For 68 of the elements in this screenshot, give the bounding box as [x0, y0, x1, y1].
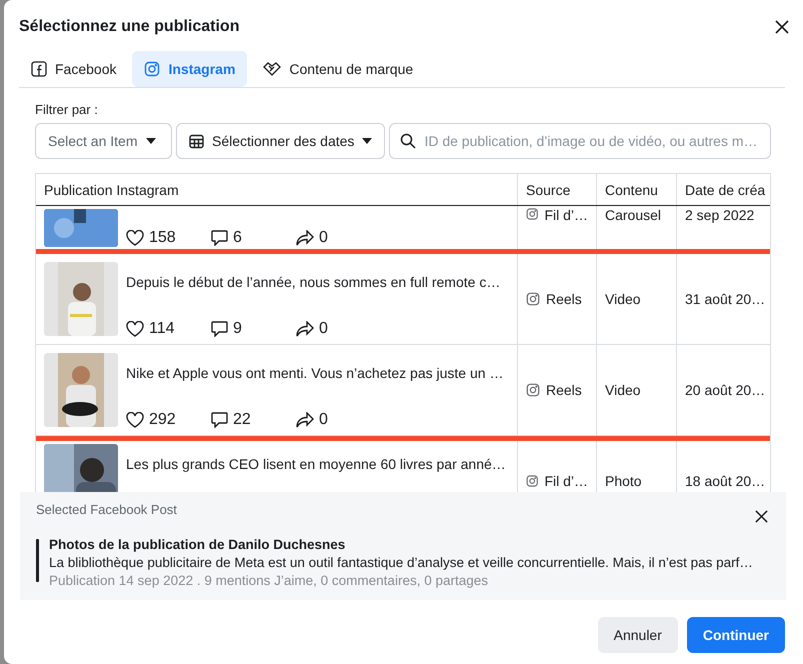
creation-date: 2 sep 2022: [685, 207, 754, 223]
post-meta: Publication 14 sep 2022 . 9 mentions J’aime, 0 commentaires, 0 partages: [49, 573, 489, 588]
comment-icon: [211, 321, 228, 337]
comment-count: 6: [233, 229, 242, 247]
search-icon: [400, 133, 416, 149]
column-header: Source: [526, 182, 570, 198]
share-count: 0: [319, 411, 328, 429]
filter-label: Filtrer par :: [35, 102, 99, 117]
date-select[interactable]: Sélectionner des dates: [176, 123, 386, 159]
close-icon: [775, 20, 789, 34]
instagram-icon: [526, 207, 538, 221]
instagram-icon: [526, 474, 538, 488]
share-icon: [296, 230, 314, 246]
caret-icon: [362, 138, 372, 144]
instagram-icon: [526, 383, 540, 397]
table-row[interactable]: Nike et Apple vous ont menti. Vous n’achetez pas juste un … 292 22 0 Reels Video 20 août 20…: [36, 345, 770, 436]
calendar-icon: [189, 134, 204, 148]
post-caption: Depuis le début de l’année, nous sommes en full remote c…: [126, 274, 502, 290]
content-type: Video: [605, 382, 641, 398]
content-type: Video: [605, 291, 641, 307]
column-header: Date de créa: [685, 182, 766, 198]
caret-icon: [146, 138, 156, 144]
source-label: Reels: [546, 382, 582, 398]
share-icon: [296, 412, 314, 428]
post-caption: Les plus grands CEO lisent en moyenne 60 livres par anné…: [126, 456, 507, 472]
post-text: La blibliothèque publicitaire de Meta est un outil fantastique d’analyse et veille concurrentielle. Mais, il n’est pas parf…: [49, 555, 753, 570]
table-row[interactable]: 158 6 0 Fil d’… Carousel 2 sep 2022: [36, 206, 770, 254]
comment-icon: [211, 412, 228, 428]
source-label: Reels: [546, 291, 582, 307]
table-row[interactable]: Depuis le début de l’année, nous sommes en full remote c… 114 9 0 Reels Video 31 août 20…: [36, 254, 770, 345]
share-count: 0: [319, 229, 328, 247]
content-type: Photo: [605, 473, 642, 489]
source-label: Fil d’…: [544, 207, 588, 223]
comment-count: 22: [233, 411, 251, 429]
clear-button[interactable]: [753, 508, 770, 525]
continue-button[interactable]: Continuer: [686, 617, 785, 653]
post-title: Photos de la publication de Danilo Duchesnes: [49, 537, 346, 552]
cancel-button[interactable]: Annuler: [598, 617, 678, 653]
comment-icon: [211, 230, 228, 246]
heart-icon: [126, 230, 144, 246]
comment-count: 9: [233, 320, 242, 338]
like-count: 292: [149, 411, 176, 429]
content-type: Carousel: [605, 207, 662, 223]
tab[interactable]: Contenu de marque: [251, 51, 426, 87]
instagram-icon: [144, 61, 160, 77]
share-count: 0: [319, 320, 328, 338]
search-field[interactable]: ID de publication, d’image ou de vidéo, ou autres m…: [389, 123, 771, 159]
share-icon: [296, 321, 314, 337]
facebook-icon: [31, 61, 47, 77]
tab[interactable]: Instagram: [132, 51, 248, 87]
creation-date: 31 août 20…: [685, 291, 766, 307]
source-label: Fil d’…: [544, 473, 588, 489]
instagram-icon: [526, 292, 540, 306]
like-count: 158: [149, 229, 176, 247]
heart-icon: [126, 321, 144, 337]
close-button[interactable]: [773, 18, 791, 36]
item-select[interactable]: Select an Item: [35, 123, 172, 159]
close-icon: [755, 510, 768, 523]
post-caption: Nike et Apple vous ont menti. Vous n’achetez pas juste un …: [126, 365, 504, 381]
dialog-title: Sélectionnez une publication: [19, 18, 240, 36]
creation-date: 18 août 20…: [685, 473, 766, 489]
panel-heading: Selected Facebook Post: [36, 502, 177, 517]
column-header: Publication Instagram: [44, 182, 179, 198]
heart-icon: [126, 412, 144, 428]
creation-date: 20 août 20…: [685, 382, 766, 398]
like-count: 114: [149, 320, 175, 338]
column-header: Contenu: [605, 182, 658, 198]
tab[interactable]: Facebook: [19, 51, 128, 87]
